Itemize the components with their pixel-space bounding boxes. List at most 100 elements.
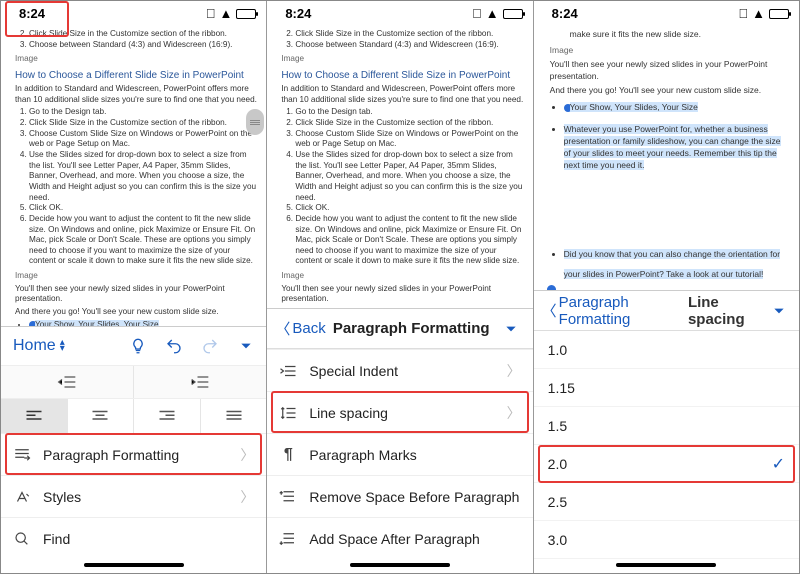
document-area[interactable]: make sure it fits the new slide size. Im… (534, 23, 799, 290)
list-item: Use the Slides sized for drop-down box t… (29, 150, 258, 203)
image-placeholder-label: Image (281, 54, 524, 65)
status-bar: 8:24 􀙇▲ (534, 1, 799, 23)
line-spacing-panel: 〈Paragraph Formatting Line spacing 1.0 1… (534, 290, 799, 559)
list-item: Click Slide Size in the Customize sectio… (295, 118, 524, 129)
line-spacing-option[interactable]: 1.15 (534, 369, 799, 407)
paragraph-formatting-icon (13, 447, 31, 463)
document-area[interactable]: Click Slide Size in the Customize sectio… (1, 23, 266, 326)
redo-button[interactable] (196, 332, 224, 360)
phone-1: 8:24 􀙇 ▲ Click Slide Size in the Customi… (1, 1, 267, 573)
add-space-icon (279, 531, 297, 547)
phone-3: 8:24 􀙇▲ make sure it fits the new slide … (534, 1, 799, 573)
home-indicator[interactable] (616, 563, 716, 567)
align-justify-button[interactable] (201, 399, 267, 433)
menu-remove-space-before[interactable]: Remove Space Before Paragraph (267, 475, 532, 517)
phone-2: 8:24 􀙇 ▲ Click Slide Size in the Customiz… (267, 1, 533, 573)
list-item: Choose between Standard (4:3) and Widesc… (29, 40, 258, 51)
battery-icon (769, 9, 789, 19)
wifi-icon: ▲ (219, 6, 232, 21)
list-item: Go to the Design tab. (29, 107, 258, 118)
checkmark-icon: ✓ (772, 454, 785, 474)
panel-header: 〈Back Paragraph Formatting (267, 309, 532, 349)
document-area[interactable]: Click Slide Size in the Customize sectio… (267, 23, 532, 308)
collapse-ribbon-button[interactable] (497, 315, 525, 343)
menu-paragraph-formatting[interactable]: Paragraph Formatting 〉 (1, 433, 266, 475)
line-spacing-icon (279, 405, 297, 421)
line-spacing-option[interactable]: 1.5 (534, 407, 799, 445)
back-button[interactable]: 〈Paragraph Formatting (542, 294, 682, 328)
chevron-left-icon: 〈 (275, 318, 290, 339)
line-spacing-option-selected[interactable]: 2.0✓ (534, 445, 799, 483)
panel-title: Line spacing (688, 294, 767, 328)
chevron-right-icon: 〉 (240, 487, 254, 507)
list-item: Did you know that you can also change th… (564, 244, 789, 285)
back-button[interactable]: 〈Back (275, 318, 325, 339)
status-bar: 8:24 􀙇 ▲ (1, 1, 266, 23)
scroll-handle[interactable] (246, 109, 264, 135)
home-indicator[interactable] (350, 563, 450, 567)
list-item: Decide how you want to adjust the conten… (295, 214, 524, 267)
heading-choose-size: How to Choose a Different Slide Size in … (15, 69, 258, 82)
list-item: Choose Custom Slide Size on Windows or P… (295, 129, 524, 150)
list-item: Click OK. (295, 203, 524, 214)
list-item: Go to the Design tab. (295, 107, 524, 118)
undo-button[interactable] (160, 332, 188, 360)
panel-title: Paragraph Formatting (326, 320, 497, 337)
menu-paragraph-marks[interactable]: ¶ Paragraph Marks (267, 433, 532, 475)
pilcrow-icon: ¶ (279, 446, 297, 464)
increase-indent-button[interactable] (134, 366, 266, 398)
chevron-right-icon: 〉 (507, 361, 521, 381)
home-indicator[interactable] (84, 563, 184, 567)
ribbon-tabbar: Home ▴▾ (1, 327, 266, 365)
paragraph: And there you go! You'll see your new cu… (15, 307, 258, 318)
list-item: Click OK. (29, 203, 258, 214)
line-spacing-option[interactable]: 3.0 (534, 521, 799, 559)
align-right-button[interactable] (134, 399, 201, 433)
collapse-ribbon-button[interactable] (232, 332, 260, 360)
ribbon-tab-selector[interactable]: Home ▴▾ (7, 333, 71, 359)
paragraph: You'll then see your newly sized slides … (15, 284, 258, 305)
list-item: Choose Custom Slide Size on Windows or P… (29, 129, 258, 150)
align-left-button[interactable] (1, 399, 68, 433)
list-item: Click Slide Size in the Customize sectio… (29, 29, 258, 40)
menu-special-indent[interactable]: Special Indent〉 (267, 349, 532, 391)
menu-find[interactable]: Find (1, 517, 266, 559)
status-time: 8:24 (19, 6, 45, 21)
align-center-button[interactable] (68, 399, 135, 433)
signal-icon: 􀙇 (738, 6, 748, 21)
status-bar: 8:24 􀙇 ▲ (267, 1, 532, 23)
image-placeholder-label: Image (550, 45, 789, 57)
list-item: Your Show, Your Slides, Your Size (564, 102, 789, 114)
ribbon-panel: Home ▴▾ (1, 326, 266, 559)
line-spacing-option[interactable]: 1.0 (534, 331, 799, 369)
list-item: Whatever you use PowerPoint for, whether… (564, 124, 789, 172)
intro-paragraph: In addition to Standard and Widescreen, … (15, 84, 258, 105)
paragraph-formatting-panel: 〈Back Paragraph Formatting Special Inden… (267, 308, 532, 559)
list-item: Use the Slides sized for drop-down box t… (295, 150, 524, 203)
list-item: Choose between Standard (4:3) and Widesc… (295, 40, 524, 51)
status-time: 8:24 (285, 6, 311, 21)
image-placeholder-label: Image (15, 271, 258, 282)
signal-icon: 􀙇 (472, 6, 482, 21)
chevron-left-icon: 〈 (542, 300, 557, 321)
special-indent-icon (279, 364, 297, 378)
indent-row (1, 365, 266, 399)
remove-space-icon (279, 489, 297, 505)
paragraph: You'll then see your newly sized slides … (281, 284, 524, 305)
collapse-ribbon-button[interactable] (767, 297, 791, 325)
chevron-right-icon: 〉 (240, 445, 254, 465)
triptych-frame: 8:24 􀙇 ▲ Click Slide Size in the Customi… (0, 0, 800, 574)
battery-icon (236, 9, 256, 19)
chevron-right-icon: 〉 (507, 403, 521, 423)
lightbulb-button[interactable] (124, 332, 152, 360)
wifi-icon: ▲ (486, 6, 499, 21)
paragraph: make sure it fits the new slide size. (570, 29, 789, 41)
search-icon (13, 531, 31, 547)
menu-line-spacing[interactable]: Line spacing〉 (267, 391, 532, 433)
menu-add-space-after[interactable]: Add Space After Paragraph (267, 517, 532, 559)
list-item: Click Slide Size in the Customize sectio… (295, 29, 524, 40)
line-spacing-option[interactable]: 2.5 (534, 483, 799, 521)
menu-styles[interactable]: Styles 〉 (1, 475, 266, 517)
battery-icon (503, 9, 523, 19)
decrease-indent-button[interactable] (1, 366, 134, 398)
